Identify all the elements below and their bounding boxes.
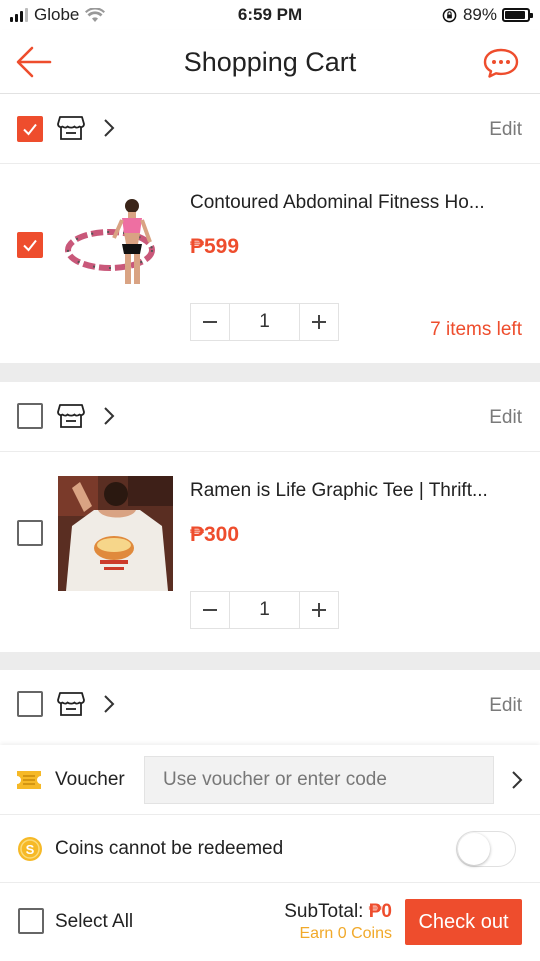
product-name[interactable]: Contoured Abdominal Fitness Ho... — [190, 192, 522, 214]
cart-item: Contoured Abdominal Fitness Ho... ₱599 1… — [0, 164, 540, 364]
edit-button[interactable]: Edit — [489, 407, 522, 429]
battery-icon — [502, 8, 533, 22]
check-icon — [23, 239, 37, 252]
increase-quantity-button[interactable] — [300, 304, 338, 340]
shop-checkbox[interactable] — [17, 691, 43, 717]
edit-button[interactable]: Edit — [489, 119, 522, 141]
quantity-value[interactable]: 1 — [229, 304, 300, 340]
checkout-panel: Voucher S Coins cannot be redeemed Selec… — [0, 745, 540, 961]
decrease-quantity-button[interactable] — [191, 592, 229, 628]
cart-item: Ramen is Life Graphic Tee | Thrift... ₱3… — [0, 452, 540, 652]
minus-icon — [203, 321, 217, 323]
toggle-knob — [458, 833, 490, 865]
minus-icon — [203, 609, 217, 611]
check-icon — [23, 123, 37, 136]
plus-icon — [312, 315, 326, 329]
select-all-checkbox[interactable] — [18, 908, 44, 934]
quantity-value[interactable]: 1 — [229, 592, 300, 628]
select-all-label[interactable]: Select All — [55, 911, 133, 933]
product-price: ₱599 — [190, 235, 240, 258]
shop-icon[interactable] — [57, 115, 85, 141]
coins-label: Coins cannot be redeemed — [55, 838, 284, 859]
check-out-button[interactable]: Check out — [405, 899, 522, 945]
shop-icon[interactable] — [57, 403, 85, 429]
app-header: Shopping Cart — [0, 30, 540, 94]
decrease-quantity-button[interactable] — [191, 304, 229, 340]
quantity-stepper: 1 — [190, 303, 339, 341]
checkout-row: Select All SubTotal: ₱0 Earn 0 Coins Che… — [0, 883, 540, 961]
chat-bubble-icon[interactable] — [482, 47, 520, 79]
chevron-right-icon[interactable] — [102, 118, 116, 138]
shop-icon[interactable] — [57, 691, 85, 717]
coin-icon: S — [18, 837, 42, 861]
increase-quantity-button[interactable] — [300, 592, 338, 628]
voucher-label: Voucher — [55, 769, 125, 790]
shop-checkbox[interactable] — [17, 403, 43, 429]
shop-header: Edit — [0, 94, 540, 164]
voucher-code-input[interactable] — [144, 756, 494, 804]
chevron-right-icon[interactable] — [102, 406, 116, 426]
quantity-stepper: 1 — [190, 591, 339, 629]
edit-button[interactable]: Edit — [489, 695, 522, 717]
plus-icon — [312, 603, 326, 617]
product-image-graphic-tee[interactable] — [58, 476, 173, 591]
status-bar: Globe 6:59 PM 89% — [0, 0, 540, 30]
subtotal-line: SubTotal: ₱0 — [284, 901, 392, 923]
svg-text:S: S — [26, 842, 35, 857]
page-title: Shopping Cart — [183, 47, 357, 77]
chevron-right-icon[interactable] — [102, 694, 116, 714]
cart-shop-section: Edit Ramen is Life Graphic Tee | Thrift.… — [0, 382, 540, 652]
earn-coins-note: Earn 0 Coins — [299, 925, 393, 942]
battery-level — [505, 11, 525, 19]
product-image-hula-hoop[interactable] — [58, 188, 173, 303]
voucher-icon — [17, 771, 41, 789]
coins-row: S Coins cannot be redeemed — [0, 815, 540, 883]
item-checkbox[interactable] — [17, 232, 43, 258]
battery-percent: 89% — [462, 5, 497, 24]
shop-header: Edit — [0, 382, 540, 452]
orientation-lock-icon — [442, 8, 457, 22]
product-name[interactable]: Ramen is Life Graphic Tee | Thrift... — [190, 480, 522, 502]
chevron-right-icon[interactable] — [510, 770, 524, 790]
subtotal-label: SubTotal: — [284, 901, 364, 922]
cart-shop-section: Edit Contoured Abdominal Fitness Ho... ₱… — [0, 94, 540, 363]
stock-note: 7 items left — [430, 319, 522, 340]
subtotal-value: ₱0 — [368, 901, 392, 922]
voucher-row: Voucher — [0, 745, 540, 815]
product-price: ₱300 — [190, 523, 240, 546]
cart-shop-section: Edit — [0, 670, 540, 745]
subtotal: SubTotal: ₱0 Earn 0 Coins — [284, 901, 392, 943]
shop-checkbox[interactable] — [17, 116, 43, 142]
shop-header: Edit — [0, 670, 540, 740]
status-right: 89% — [442, 5, 533, 25]
item-checkbox[interactable] — [17, 520, 43, 546]
coins-toggle[interactable] — [456, 831, 516, 867]
